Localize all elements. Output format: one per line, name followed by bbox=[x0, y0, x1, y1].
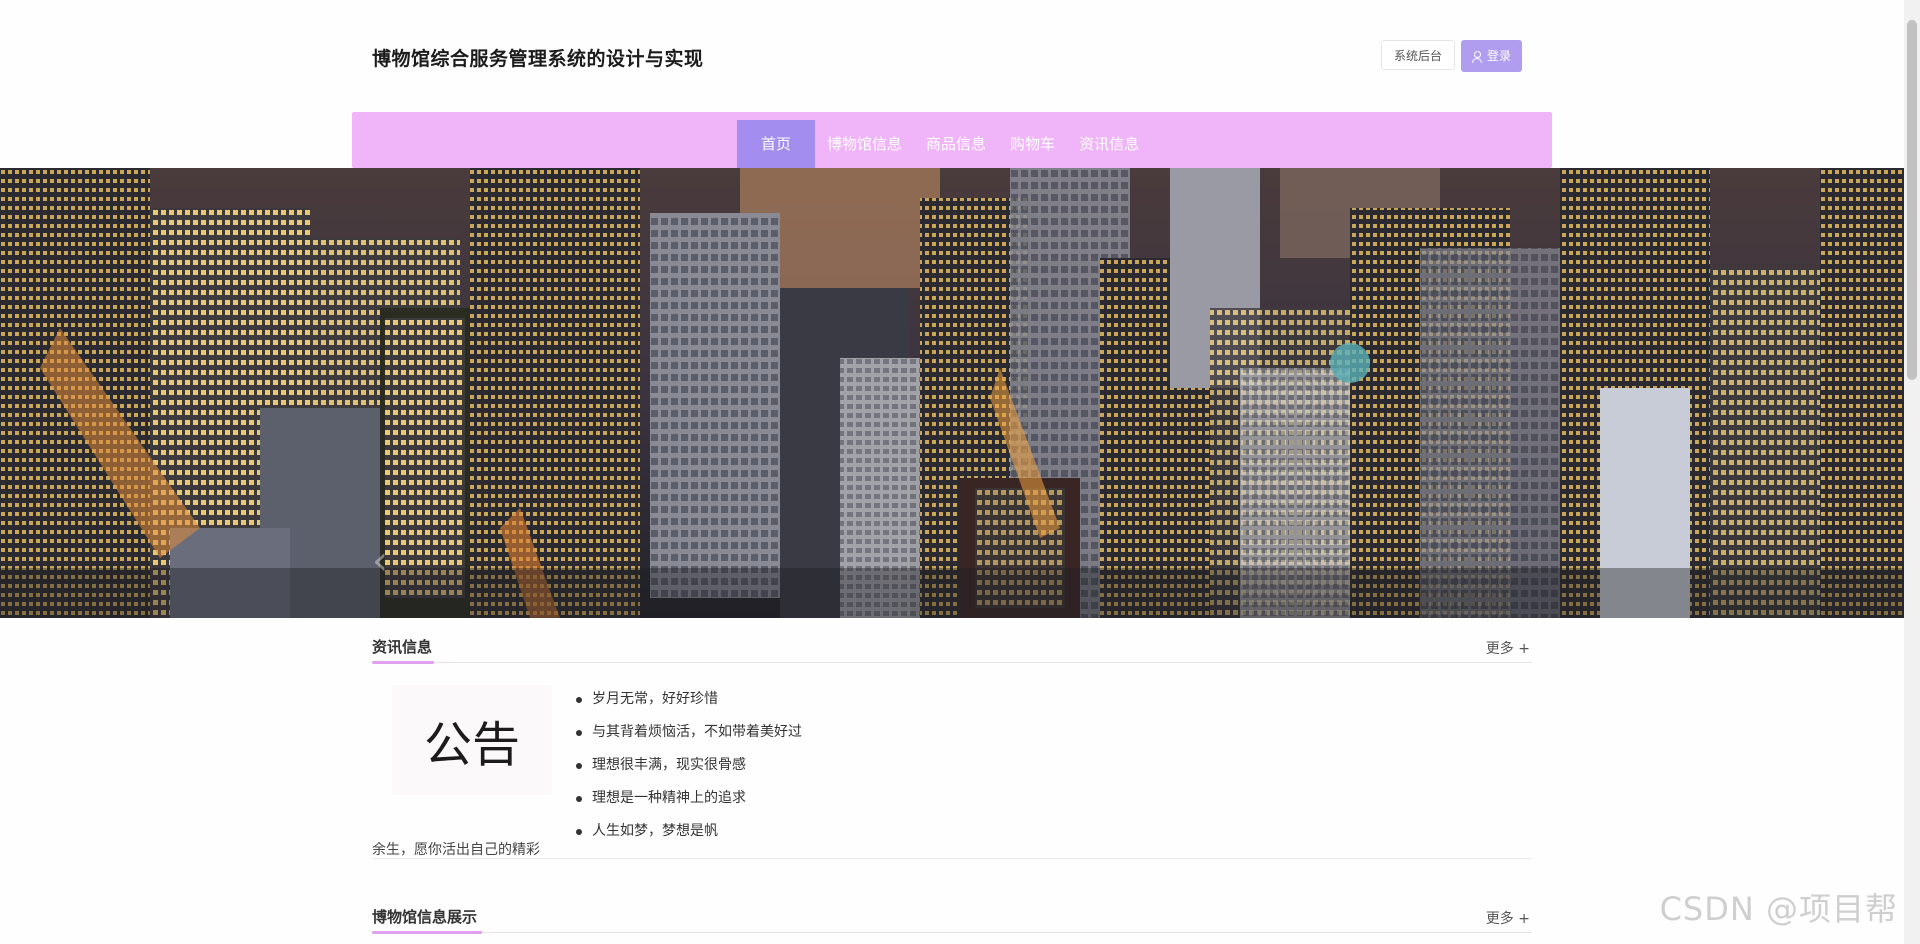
site-header: 博物馆综合服务管理系统的设计与实现 系统后台 登录 bbox=[352, 36, 1552, 76]
news-section: 资讯信息 更多 + 公告 岁月无常，好好珍惜 与其背着烦恼活，不如带着美好过 理… bbox=[372, 630, 1532, 859]
notice-list: 岁月无常，好好珍惜 与其背着烦恼活，不如带着美好过 理想很丰满，现实很骨感 理想… bbox=[572, 683, 802, 848]
watermark: CSDN @项目帮 bbox=[1659, 890, 1898, 928]
museum-section-header: 博物馆信息展示 更多 + bbox=[372, 900, 1532, 934]
site-title: 博物馆综合服务管理系统的设计与实现 bbox=[372, 48, 704, 70]
news-section-header: 资讯信息 更多 + bbox=[372, 630, 1532, 664]
notice-description: 余生，愿你活出自己的精彩 bbox=[372, 842, 540, 858]
banner-carousel[interactable]: ‹ bbox=[0, 168, 1904, 618]
notice-list-item[interactable]: 理想很丰满，现实很骨感 bbox=[572, 749, 802, 782]
notice-list-item[interactable]: 人生如梦，梦想是帆 bbox=[572, 815, 802, 848]
login-button-label: 登录 bbox=[1486, 49, 1511, 63]
museum-more-link[interactable]: 更多 + bbox=[1486, 908, 1530, 928]
notice-list-item[interactable]: 岁月无常，好好珍惜 bbox=[572, 683, 802, 716]
notice-block: 公告 岁月无常，好好珍惜 与其背着烦恼活，不如带着美好过 理想很丰满，现实很骨感… bbox=[372, 663, 1532, 859]
nav-item-cart[interactable]: 购物车 bbox=[998, 120, 1067, 168]
nav-item-news[interactable]: 资讯信息 bbox=[1067, 120, 1151, 168]
header-actions: 系统后台 登录 bbox=[1380, 40, 1522, 72]
nav-item-home[interactable]: 首页 bbox=[737, 120, 816, 168]
nav-item-museum-info[interactable]: 博物馆信息 bbox=[815, 120, 914, 168]
page: 博物馆综合服务管理系统的设计与实现 系统后台 登录 首页 博物馆信息 商品信息 … bbox=[0, 0, 1920, 944]
notice-card[interactable]: 公告 bbox=[392, 685, 552, 795]
login-button[interactable]: 登录 bbox=[1460, 40, 1522, 72]
banner-prev-arrow[interactable]: ‹ bbox=[372, 538, 388, 584]
admin-button[interactable]: 系统后台 bbox=[1380, 40, 1455, 70]
nav-items: 首页 博物馆信息 商品信息 购物车 资讯信息 bbox=[737, 120, 1151, 168]
museum-section-title: 博物馆信息展示 bbox=[372, 908, 478, 926]
page-scrollbar[interactable] bbox=[1904, 0, 1920, 944]
news-section-title: 资讯信息 bbox=[372, 638, 433, 656]
museum-section-underline bbox=[372, 931, 482, 934]
museum-section: 博物馆信息展示 更多 + bbox=[372, 900, 1532, 934]
notice-list-item[interactable]: 与其背着烦恼活，不如带着美好过 bbox=[572, 716, 802, 749]
banner-image bbox=[0, 168, 1904, 618]
scrollbar-thumb[interactable] bbox=[1907, 20, 1917, 380]
nav-item-goods-info[interactable]: 商品信息 bbox=[914, 120, 998, 168]
main-nav: 首页 博物馆信息 商品信息 购物车 资讯信息 bbox=[352, 112, 1552, 168]
news-more-link[interactable]: 更多 + bbox=[1486, 638, 1530, 658]
notice-list-item[interactable]: 理想是一种精神上的追求 bbox=[572, 782, 802, 815]
user-icon bbox=[1471, 50, 1482, 63]
